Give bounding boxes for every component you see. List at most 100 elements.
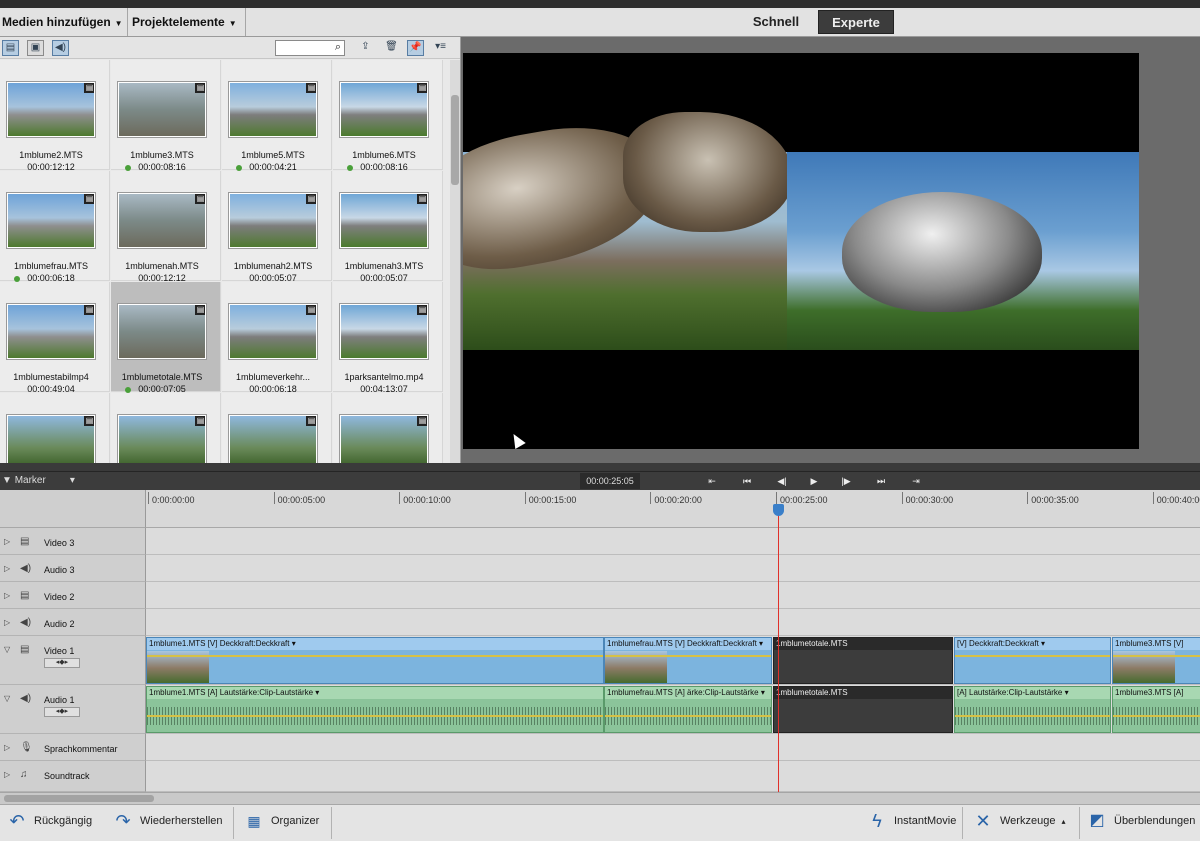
track-row-video2[interactable]: [146, 582, 1200, 609]
time-ruler[interactable]: 0:00:00:00 00:00:05:00 00:00:10:00 00:00:15…: [146, 490, 1200, 528]
bottom-action-bar: ↶ Rückgängig ↷ Wiederherstellen ▦ Organizer…: [0, 804, 1200, 841]
expand-icon[interactable]: ▷: [4, 770, 10, 779]
project-assets-menu[interactable]: Projektelemente ▼: [130, 8, 242, 36]
expand-icon[interactable]: ▷: [4, 618, 10, 627]
video-clip[interactable]: 1mblume1.MTS [V] Deckkraft:Deckkraft ▾: [146, 637, 604, 684]
track-header-video1[interactable]: ▽ ▤ Video 1 ◂◆▸: [0, 636, 146, 685]
preview-monitor[interactable]: [463, 53, 1139, 449]
track-row-audio3[interactable]: [146, 555, 1200, 582]
playhead-line[interactable]: [778, 508, 779, 792]
next-edit-icon[interactable]: ⏭: [872, 472, 890, 490]
video-clip[interactable]: [V] Deckkraft:Deckkraft ▾: [954, 637, 1111, 684]
expert-mode-button[interactable]: Experte: [818, 10, 894, 34]
go-to-start-icon[interactable]: ⇤: [703, 472, 721, 490]
play-icon[interactable]: ▶: [805, 472, 823, 490]
pin-icon[interactable]: 📌: [407, 40, 424, 56]
keyframe-controls[interactable]: ◂◆▸: [44, 658, 80, 668]
timeline-scrollbar[interactable]: [0, 792, 1200, 804]
audio-filter-icon[interactable]: ◀): [52, 40, 69, 56]
timecode-display[interactable]: 00:00:25:05: [580, 473, 640, 489]
track-label: Soundtrack: [44, 771, 90, 781]
video-clip[interactable]: 1mblumefrau.MTS [V] Deckkraft:Deckkraft …: [604, 637, 772, 684]
scrollbar-thumb[interactable]: [4, 795, 154, 802]
audio-clip[interactable]: 1mblume3.MTS [A]: [1112, 686, 1200, 733]
trash-icon[interactable]: 🗑: [383, 40, 400, 56]
previous-edit-icon[interactable]: ⏮: [738, 472, 756, 490]
quick-mode-button[interactable]: Schnell: [740, 10, 812, 34]
tools-button[interactable]: ✕ Werkzeuge ▴: [972, 805, 1065, 841]
track-row-video3[interactable]: [146, 528, 1200, 555]
track-header-video3[interactable]: ▷ ▤ Video 3: [0, 528, 146, 555]
playhead-handle[interactable]: [773, 504, 784, 516]
expand-icon[interactable]: ▷: [4, 537, 10, 546]
asset-item[interactable]: ▤ 1mblume5.MTS 00:00:04:21: [222, 60, 332, 172]
track-header-audio1[interactable]: ▽ ◀) Audio 1 ◂◆▸: [0, 685, 146, 734]
audio-clip[interactable]: 1mblume1.MTS [A] Lautstärke:Clip-Lautstä…: [146, 686, 604, 733]
audio-clip[interactable]: 1mblumefrau.MTS [A] ärke:Clip-Lautstärke…: [604, 686, 772, 733]
opacity-line: [955, 655, 1110, 657]
new-item-icon[interactable]: ⇪: [357, 40, 374, 56]
asset-item[interactable]: ▤ 1mblumenah2.MTS 00:00:05:07: [222, 171, 332, 283]
asset-item[interactable]: ▤ 1mblume3.MTS 00:00:08:16: [111, 60, 221, 172]
asset-item[interactable]: ▤ 1mblumenah3.MTS 00:00:05:07: [333, 171, 443, 283]
undo-button[interactable]: ↶ Rückgängig: [6, 805, 92, 841]
asset-item[interactable]: ▤: [222, 393, 332, 463]
dragged-clip[interactable]: 1mblumetotale.MTS: [773, 686, 953, 733]
asset-name: 1mblume3.MTS: [130, 150, 194, 160]
track-row-audio2[interactable]: [146, 609, 1200, 636]
film-icon: ▤: [195, 194, 205, 204]
asset-item[interactable]: ▤ 1parksantelmo.mp4 00:04:13:07: [333, 282, 443, 394]
go-to-end-icon[interactable]: ⇥: [907, 472, 925, 490]
expand-icon[interactable]: ▷: [4, 564, 10, 573]
image-filter-icon[interactable]: ▣: [27, 40, 44, 56]
instant-movie-button[interactable]: ϟ InstantMovie: [866, 805, 956, 841]
keyframe-controls[interactable]: ◂◆▸: [44, 707, 80, 717]
track-header-soundtrack[interactable]: ▷ ♫ Soundtrack: [0, 761, 146, 792]
asset-item[interactable]: ▤ 1mblumeverkehr... 00:00:06:18: [222, 282, 332, 394]
scrollbar-thumb[interactable]: [451, 95, 459, 185]
asset-item[interactable]: ▤ 1mblume6.MTS 00:00:08:16: [333, 60, 443, 172]
step-forward-icon[interactable]: |▶: [837, 472, 855, 490]
instant-movie-label: InstantMovie: [894, 815, 957, 827]
asset-item[interactable]: ▤: [333, 393, 443, 463]
audio-clip[interactable]: [A] Lautstärke:Clip-Lautstärke ▾: [954, 686, 1111, 733]
transitions-button[interactable]: ◩ Überblendungen: [1086, 805, 1195, 841]
redo-icon: ↷: [115, 811, 131, 832]
step-back-icon[interactable]: ◀|: [773, 472, 791, 490]
video-clip[interactable]: 1mblume3.MTS [V]: [1112, 637, 1200, 684]
asset-thumbnail: ▤: [118, 304, 206, 359]
project-assets-panel: ▤ ▣ ◀) ⌕ ⇪ 🗑 📌 ▾≡ ▤ 1mblume2.MTS 00:00:12:…: [0, 37, 461, 463]
marker-menu[interactable]: ▼ Marker ▾: [0, 472, 75, 490]
track-header-narration[interactable]: ▷ 🎙 Sprachkommentar: [0, 734, 146, 761]
film-icon: ▤: [195, 416, 205, 426]
asset-item[interactable]: ▤ 1mblumefrau.MTS 00:00:06:18: [0, 171, 110, 283]
track-header-video2[interactable]: ▷ ▤ Video 2: [0, 582, 146, 609]
search-input[interactable]: ⌕: [275, 40, 345, 56]
asset-item[interactable]: ▤: [111, 393, 221, 463]
add-media-menu[interactable]: Medien hinzufügen ▼: [0, 8, 126, 36]
asset-item[interactable]: ▤ 1mblume2.MTS 00:00:12:12: [0, 60, 110, 172]
track-header-audio3[interactable]: ▷ ◀) Audio 3: [0, 555, 146, 582]
panel-menu-icon[interactable]: ▾≡: [432, 40, 449, 56]
transitions-icon: ◩: [1089, 812, 1105, 830]
video-filter-icon[interactable]: ▤: [2, 40, 19, 56]
track-row-narration[interactable]: [146, 734, 1200, 761]
asset-item[interactable]: ▤ 1mblumetotale.MTS 00:00:07:05: [111, 282, 221, 394]
redo-button[interactable]: ↷ Wiederherstellen: [112, 805, 222, 841]
asset-item[interactable]: ▤: [0, 393, 110, 463]
asset-item[interactable]: ▤ 1mblumenah.MTS 00:00:12:12: [111, 171, 221, 283]
collapse-icon[interactable]: ▽: [4, 645, 10, 654]
tick-label: 0:00:00:00: [152, 495, 195, 505]
expand-icon[interactable]: ▷: [4, 743, 10, 752]
dragged-clip[interactable]: 1mblumetotale.MTS: [773, 637, 953, 684]
track-row-soundtrack[interactable]: [146, 761, 1200, 792]
asset-item[interactable]: ▤ 1mblumestabilmp4 00:00:49:04: [0, 282, 110, 394]
assets-scrollbar[interactable]: [450, 60, 460, 463]
clip-label: [V] Deckkraft:Deckkraft ▾: [955, 638, 1110, 650]
track-row-video1: 1mblume1.MTS [V] Deckkraft:Deckkraft ▾ 1…: [146, 636, 1200, 685]
expand-icon[interactable]: ▷: [4, 591, 10, 600]
collapse-icon[interactable]: ▽: [4, 694, 10, 703]
track-header-audio2[interactable]: ▷ ◀) Audio 2: [0, 609, 146, 636]
organizer-button[interactable]: ▦ Organizer: [243, 805, 319, 841]
tools-icon: ✕: [975, 811, 991, 832]
